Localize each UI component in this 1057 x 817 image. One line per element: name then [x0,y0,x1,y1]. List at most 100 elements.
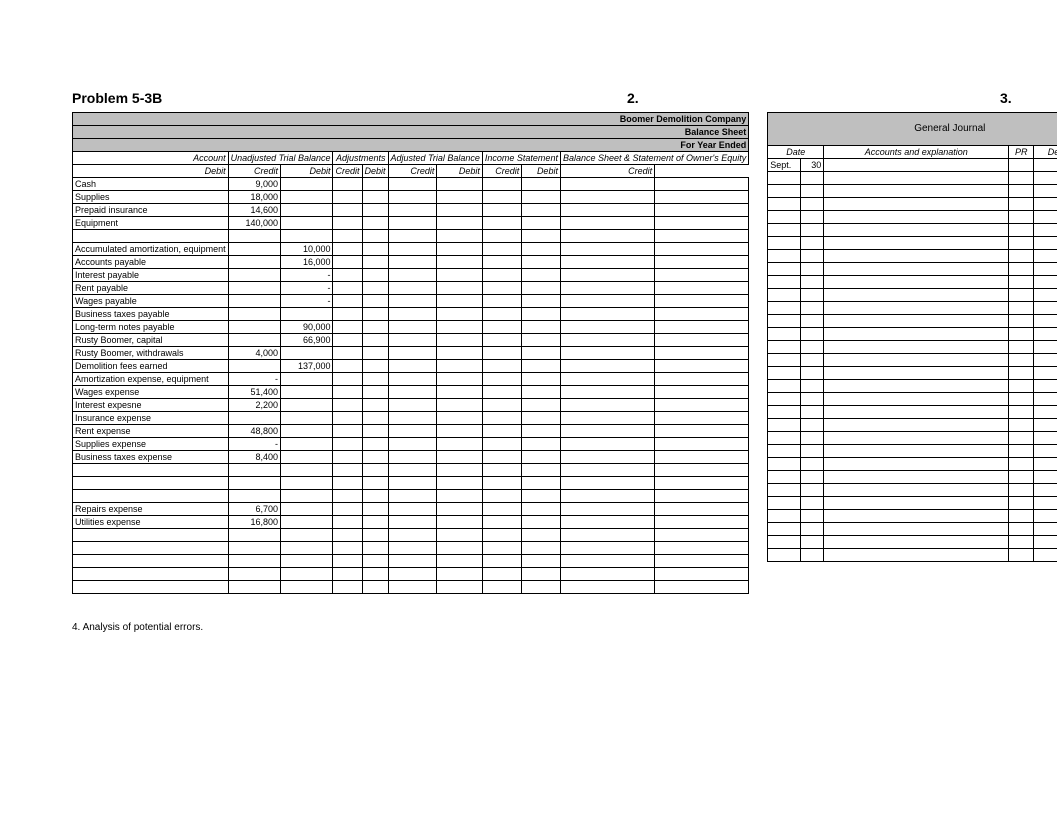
table-row: Amortization expense, equipment- [73,373,749,386]
empty-cell [522,204,561,217]
empty-cell [522,282,561,295]
empty-cell [655,373,749,386]
empty-cell [437,282,483,295]
empty-cell [655,477,749,490]
empty-cell [655,451,749,464]
empty-cell [560,295,654,308]
account-name: Accounts payable [73,256,229,269]
journal-explanation [824,263,1009,276]
empty-cell [655,295,749,308]
empty-cell [482,191,521,204]
empty-cell [388,399,437,412]
journal-row [768,380,1057,393]
empty-cell [560,399,654,412]
account-name: Long-term notes payable [73,321,229,334]
journal-pr [1009,276,1034,289]
empty-cell [482,581,521,594]
empty-cell [482,334,521,347]
head-unadj-debit: Debit [73,165,229,178]
journal-day [801,354,824,367]
empty-cell [437,269,483,282]
empty-cell [482,568,521,581]
unadj-debit: 16,800 [228,516,280,529]
journal-day [801,289,824,302]
journal-row [768,276,1057,289]
empty-cell [482,360,521,373]
empty-cell [388,295,437,308]
empty-cell [437,529,483,542]
account-name: Rusty Boomer, capital [73,334,229,347]
footnote: 4. Analysis of potential errors. [72,622,1057,633]
empty-cell [388,204,437,217]
journal-row [768,471,1057,484]
journal-month [768,224,801,237]
empty-cell [482,399,521,412]
account-name: Rent payable [73,282,229,295]
journal-month [768,484,801,497]
table-row: Demolition fees earned137,000 [73,360,749,373]
journal-pr [1009,406,1034,419]
empty-cell [655,555,749,568]
empty-cell [437,295,483,308]
ws-statement: Balance Sheet [73,126,749,139]
journal-day [801,315,824,328]
journal-row [768,237,1057,250]
empty-cell [560,256,654,269]
empty-cell [388,581,437,594]
empty-cell [522,334,561,347]
unadj-credit: - [281,269,333,282]
journal-row [768,432,1057,445]
page-title: Problem 5-3B [72,90,162,106]
journal-month: Sept. [768,159,801,172]
journal-explanation [824,328,1009,341]
journal-month [768,458,801,471]
journal-pr [1009,237,1034,250]
account-name: Wages payable [73,295,229,308]
empty-cell [522,438,561,451]
head-bal-credit: Credit [560,165,654,178]
empty-cell [437,256,483,269]
journal-row [768,549,1057,562]
journal-pr [1009,484,1034,497]
account-name: Cash [73,178,229,191]
unadj-debit [228,542,280,555]
empty-cell [437,490,483,503]
account-name: Rent expense [73,425,229,438]
empty-cell [362,581,388,594]
journal-row [768,341,1057,354]
section-2-label: 2. [627,90,639,106]
empty-cell [482,282,521,295]
empty-cell [482,438,521,451]
journal-pr [1009,224,1034,237]
journal-day [801,523,824,536]
journal-day [801,510,824,523]
journal-day [801,198,824,211]
empty-cell [362,399,388,412]
table-row [73,555,749,568]
empty-cell [388,334,437,347]
empty-cell [560,308,654,321]
account-name: Wages expense [73,386,229,399]
unadj-credit [281,503,333,516]
unadj-credit: 137,000 [281,360,333,373]
unadj-credit: 16,000 [281,256,333,269]
empty-cell [437,451,483,464]
account-name [73,555,229,568]
empty-cell [388,503,437,516]
empty-cell [333,360,362,373]
empty-cell [482,243,521,256]
empty-cell [388,347,437,360]
empty-cell [333,477,362,490]
journal-month [768,211,801,224]
journal-day [801,328,824,341]
table-row [73,568,749,581]
empty-cell [560,360,654,373]
journal-debit [1034,289,1057,302]
empty-cell [482,295,521,308]
journal-explanation [824,367,1009,380]
empty-cell [482,529,521,542]
empty-cell [482,269,521,282]
table-row: Business taxes expense8,400 [73,451,749,464]
unadj-debit [228,269,280,282]
empty-cell [362,503,388,516]
